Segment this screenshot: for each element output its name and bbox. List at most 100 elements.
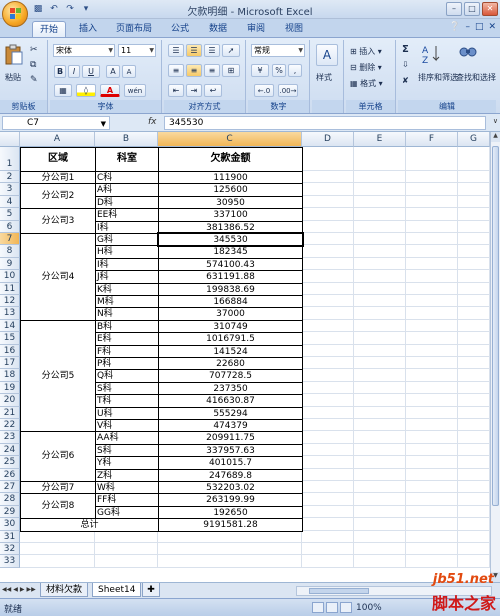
department-cell[interactable]: Q科 [95, 369, 159, 383]
row-header[interactable]: 12 [0, 295, 20, 308]
grid-cell[interactable] [354, 147, 406, 171]
grid-cell[interactable] [354, 468, 406, 481]
align-middle-button[interactable]: ☰ [186, 44, 202, 57]
row-header[interactable]: 21 [0, 406, 20, 419]
column-header[interactable]: E [354, 132, 406, 147]
font-size-combo[interactable]: 11 ▼ [118, 44, 156, 57]
grid-cell[interactable] [354, 195, 406, 209]
grid-cell[interactable] [302, 183, 354, 196]
grid-cell[interactable] [354, 369, 406, 382]
row-header[interactable]: 2 [0, 171, 20, 184]
department-cell[interactable]: S科 [95, 381, 159, 396]
amount-cell[interactable]: 111900 [158, 171, 303, 185]
row-header[interactable]: 27 [0, 481, 20, 494]
grid-cell[interactable] [302, 381, 354, 395]
grid-cell[interactable] [458, 381, 490, 395]
grid-cell[interactable] [458, 183, 490, 196]
grid-cell[interactable] [354, 332, 406, 345]
grid-cell[interactable] [458, 481, 490, 494]
amount-cell[interactable]: 125600 [158, 183, 303, 197]
vertical-scrollbar[interactable]: ▲ ▼ [490, 132, 500, 582]
row-header[interactable]: 20 [0, 394, 20, 407]
shrink-font-button[interactable]: A [122, 65, 136, 78]
sort-filter-button[interactable]: 排序和筛选 [418, 72, 458, 83]
row-header[interactable]: 32 [0, 543, 20, 556]
scroll-up-icon[interactable]: ▲ [491, 132, 500, 142]
grid-cell[interactable] [406, 220, 458, 233]
grid-cell[interactable] [158, 530, 302, 543]
grid-cell[interactable] [406, 270, 458, 283]
grid-cell[interactable] [302, 195, 354, 209]
grid-cell[interactable] [458, 332, 490, 345]
grid-cell[interactable] [354, 481, 406, 494]
grid-cell[interactable] [458, 505, 490, 519]
grid-cell[interactable] [354, 406, 406, 419]
select-all-corner[interactable] [0, 132, 20, 147]
grid-cell[interactable] [458, 530, 490, 543]
amount-cell[interactable]: 574100.43 [158, 257, 303, 272]
grid-cell[interactable] [302, 357, 354, 370]
grid-cell[interactable] [354, 208, 406, 221]
row-header[interactable]: 28 [0, 493, 20, 506]
amount-cell[interactable]: 555294 [158, 406, 303, 420]
grid-cell[interactable] [458, 208, 490, 221]
amount-cell[interactable]: 37000 [158, 307, 303, 321]
grid-cell[interactable] [302, 443, 354, 457]
page-break-view-icon[interactable] [340, 602, 352, 613]
normal-view-icon[interactable] [312, 602, 324, 613]
grid-cell[interactable] [406, 295, 458, 308]
decrease-indent-button[interactable]: ⇤ [168, 84, 184, 97]
grid-cell[interactable] [354, 245, 406, 258]
amount-cell[interactable]: 247689.8 [158, 468, 303, 482]
row-header[interactable]: 1 [0, 147, 20, 171]
grid-cell[interactable] [354, 456, 406, 469]
row-header[interactable]: 16 [0, 344, 20, 357]
percent-button[interactable]: % [272, 64, 286, 77]
grid-cell[interactable] [406, 381, 458, 395]
grid-cell[interactable] [406, 493, 458, 506]
grid-cell[interactable] [458, 369, 490, 382]
column-header[interactable]: G [458, 132, 490, 147]
column-header[interactable]: A [20, 132, 95, 147]
font-name-combo[interactable]: 宋体 ▼ [53, 44, 115, 57]
department-cell[interactable]: M科 [95, 295, 159, 309]
amount-cell[interactable]: 401015.7 [158, 456, 303, 470]
insert-cells-button[interactable]: ⊞ 插入 ▾ [350, 46, 382, 57]
grid-cell[interactable] [354, 530, 406, 543]
department-cell[interactable]: I科 [95, 257, 159, 272]
grid-cell[interactable] [406, 208, 458, 221]
copy-icon[interactable]: ⧉ [30, 60, 36, 70]
grid-cell[interactable] [302, 208, 354, 221]
grid-cell[interactable] [458, 431, 490, 444]
grid-cell[interactable] [354, 493, 406, 506]
grid-cell[interactable] [354, 319, 406, 333]
department-cell[interactable]: FF科 [95, 493, 159, 507]
grid-cell[interactable] [458, 406, 490, 419]
row-header[interactable]: 4 [0, 195, 20, 209]
grid-cell[interactable] [458, 518, 490, 531]
grid-cell[interactable] [406, 344, 458, 357]
amount-cell[interactable]: 310749 [158, 319, 303, 334]
department-cell[interactable]: N科 [95, 307, 159, 321]
row-header[interactable]: 26 [0, 468, 20, 481]
grid-cell[interactable] [354, 171, 406, 184]
wrap-text-button[interactable]: ↩ [204, 84, 222, 97]
grid-cell[interactable] [458, 543, 490, 556]
first-sheet-icon[interactable]: ◀◀ [2, 586, 11, 593]
row-header[interactable]: 5 [0, 208, 20, 221]
grid-cell[interactable] [458, 270, 490, 283]
orientation-button[interactable]: ➚ [222, 44, 240, 57]
close-icon[interactable]: ✕ [482, 2, 498, 16]
grid-cell[interactable] [354, 394, 406, 407]
tab-page-layout[interactable]: 页面布局 [110, 21, 158, 37]
format-painter-icon[interactable]: ✎ [30, 75, 38, 85]
grid-cell[interactable] [458, 282, 490, 295]
grid-cell[interactable] [406, 419, 458, 432]
styles-button[interactable]: A [316, 44, 338, 66]
sigma-icon[interactable]: Σ [402, 44, 409, 55]
grid-cell[interactable] [458, 195, 490, 209]
increase-indent-button[interactable]: ⇥ [186, 84, 202, 97]
row-header[interactable]: 30 [0, 518, 20, 531]
grid-cell[interactable] [354, 543, 406, 556]
department-cell[interactable]: GG科 [95, 505, 159, 520]
